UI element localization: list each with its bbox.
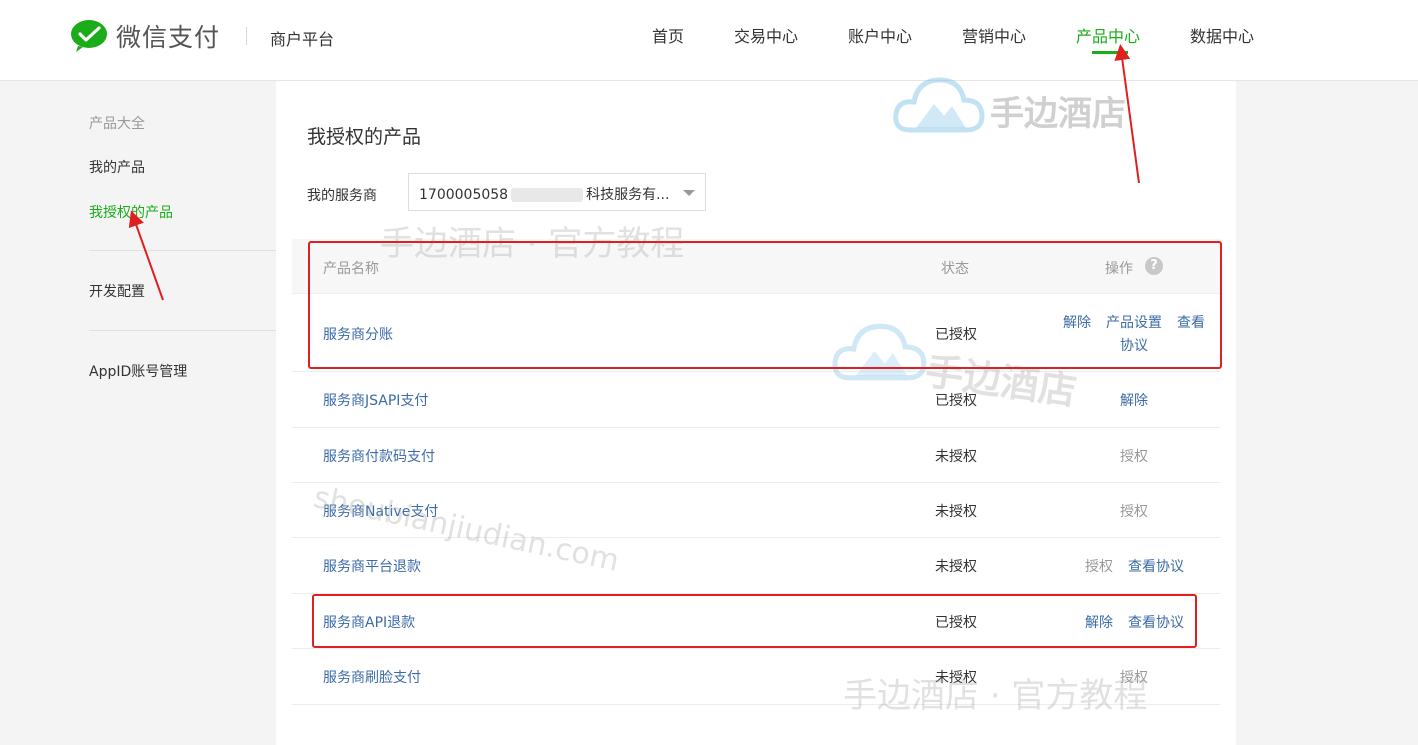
nav-active-indicator [1092, 51, 1128, 54]
product-name-link[interactable]: 服务商付款码支付 [323, 446, 435, 466]
service-provider-select[interactable]: 1700005058 科技服务有... [408, 173, 706, 211]
redacted-text [511, 188, 584, 202]
product-name-link[interactable]: 服务商平台退款 [323, 556, 421, 576]
service-provider-id: 1700005058 [419, 187, 509, 203]
status-text: 未授权 [935, 449, 977, 465]
nav-data-center[interactable]: 数据中心 [1190, 23, 1254, 47]
authorize-button[interactable]: 授权 [1085, 556, 1113, 576]
nav-home[interactable]: 首页 [652, 23, 684, 47]
product-name-link[interactable]: 服务商JSAPI支付 [323, 390, 428, 410]
row-divider [292, 648, 1220, 649]
service-provider-label: 我的服务商 [307, 188, 377, 204]
highlight-box [312, 594, 1197, 648]
page-title: 我授权的产品 [307, 126, 422, 148]
chevron-down-icon [683, 190, 695, 196]
status-text: 未授权 [935, 504, 977, 520]
sidebar-item-authorized-products[interactable]: 我授权的产品 [89, 202, 173, 222]
row-divider [292, 482, 1220, 483]
sidebar-item-dev-config[interactable]: 开发配置 [89, 281, 145, 301]
main-nav: 首页 交易中心 账户中心 营销中心 产品中心 数据中心 [0, 23, 1418, 63]
sidebar-item-my-products[interactable]: 我的产品 [89, 157, 145, 177]
authorize-button[interactable]: 授权 [1120, 667, 1148, 687]
revoke-button[interactable]: 解除 [1120, 390, 1148, 410]
sidebar-divider [89, 330, 276, 331]
nav-marketing-center[interactable]: 营销中心 [962, 23, 1026, 47]
sidebar-item-appid-management[interactable]: AppID账号管理 [89, 361, 187, 381]
row-divider [292, 427, 1220, 428]
highlight-box [308, 241, 1222, 369]
product-name-link[interactable]: 服务商刷脸支付 [323, 667, 421, 687]
sidebar-heading: 产品大全 [89, 116, 145, 132]
status-text: 已授权 [935, 393, 977, 409]
nav-account-center[interactable]: 账户中心 [848, 23, 912, 47]
row-divider [292, 704, 1220, 705]
status-text: 未授权 [935, 559, 977, 575]
service-provider-name: 科技服务有... [586, 187, 670, 203]
top-bar: 微信支付 商户平台 首页 交易中心 账户中心 营销中心 产品中心 数据中心 [0, 0, 1418, 81]
product-name-link[interactable]: 服务商Native支付 [323, 501, 438, 521]
nav-trade-center[interactable]: 交易中心 [734, 23, 798, 47]
authorize-button[interactable]: 授权 [1120, 446, 1148, 466]
row-divider [292, 537, 1220, 538]
nav-product-center[interactable]: 产品中心 [1076, 23, 1140, 47]
service-provider-value: 1700005058 科技服务有... [419, 184, 669, 204]
authorize-button[interactable]: 授权 [1120, 501, 1148, 521]
view-agreement-link[interactable]: 查看协议 [1128, 556, 1184, 576]
sidebar-divider [89, 250, 276, 251]
status-text: 未授权 [935, 670, 977, 686]
row-divider [292, 371, 1220, 372]
